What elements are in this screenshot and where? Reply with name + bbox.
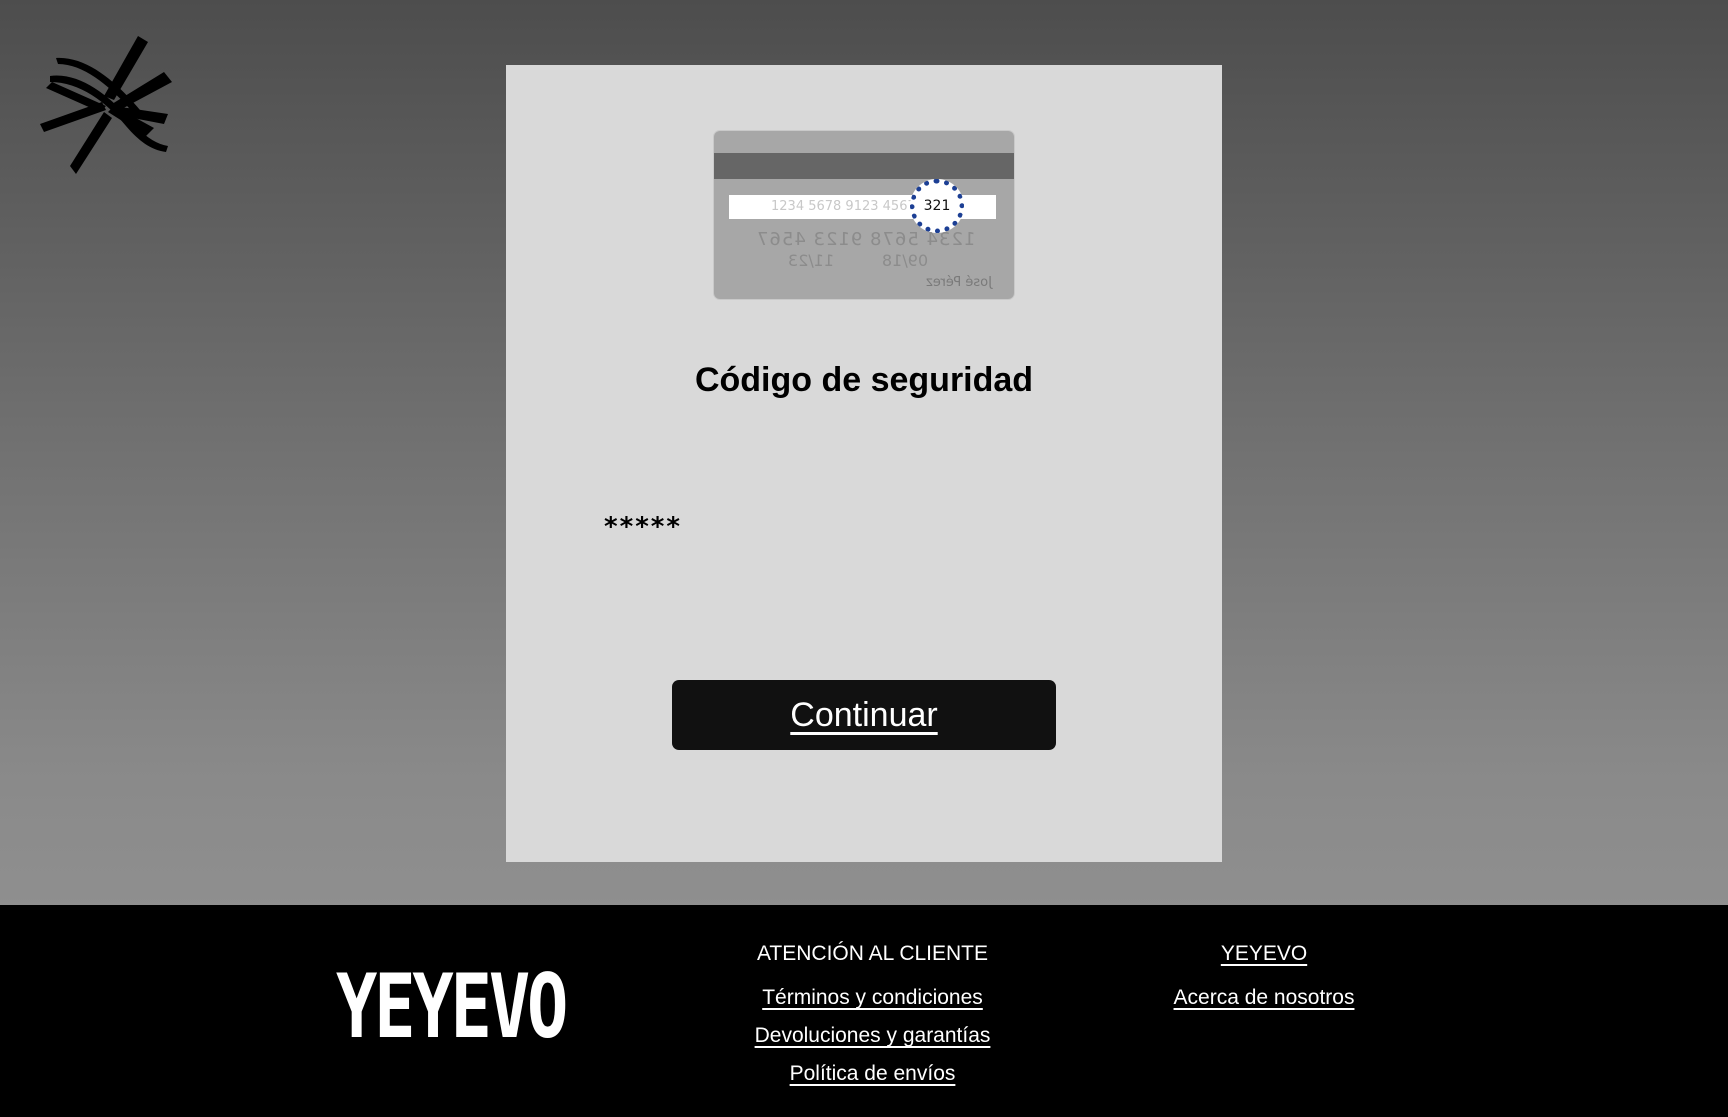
starburst-logo-icon[interactable] <box>40 36 176 180</box>
security-code-panel: 1234 5678 9123 4567 321 1234 5678 9123 4… <box>506 65 1222 862</box>
company-heading-link[interactable]: YEYEVO <box>1136 942 1392 966</box>
page-title: Código de seguridad <box>694 361 1034 399</box>
shipping-policy-link[interactable]: Política de envíos <box>730 1062 1015 1086</box>
terms-link[interactable]: Términos y condiciones <box>730 986 1015 1010</box>
site-footer: YEYEVO ATENCIÓN AL CLIENTE Términos y co… <box>0 905 1728 1117</box>
cvv-number: 321 <box>923 198 951 214</box>
credit-card-back-illustration: 1234 5678 9123 4567 321 1234 5678 9123 4… <box>714 131 1014 299</box>
card-holder-mirrored: José Pérez <box>926 275 992 290</box>
card-number-mirrored: 1234 5678 9123 4567 <box>756 229 976 250</box>
magnetic-stripe <box>714 153 1014 179</box>
footer-brand-logo[interactable]: YEYEVO <box>336 955 568 1058</box>
company-column: YEYEVO Acerca de nosotros <box>1136 942 1392 1024</box>
about-us-link[interactable]: Acerca de nosotros <box>1136 986 1392 1010</box>
customer-service-heading: ATENCIÓN AL CLIENTE <box>756 942 989 965</box>
security-code-field[interactable]: ***** <box>604 512 682 542</box>
continue-button[interactable]: Continuar <box>672 680 1056 750</box>
returns-link[interactable]: Devoluciones y garantías <box>730 1024 1015 1048</box>
customer-service-column: ATENCIÓN AL CLIENTE Términos y condicion… <box>730 942 1015 1100</box>
card-date-mirrored-2: 09/18 <box>882 251 929 270</box>
card-date-mirrored-1: 11/23 <box>788 251 835 270</box>
